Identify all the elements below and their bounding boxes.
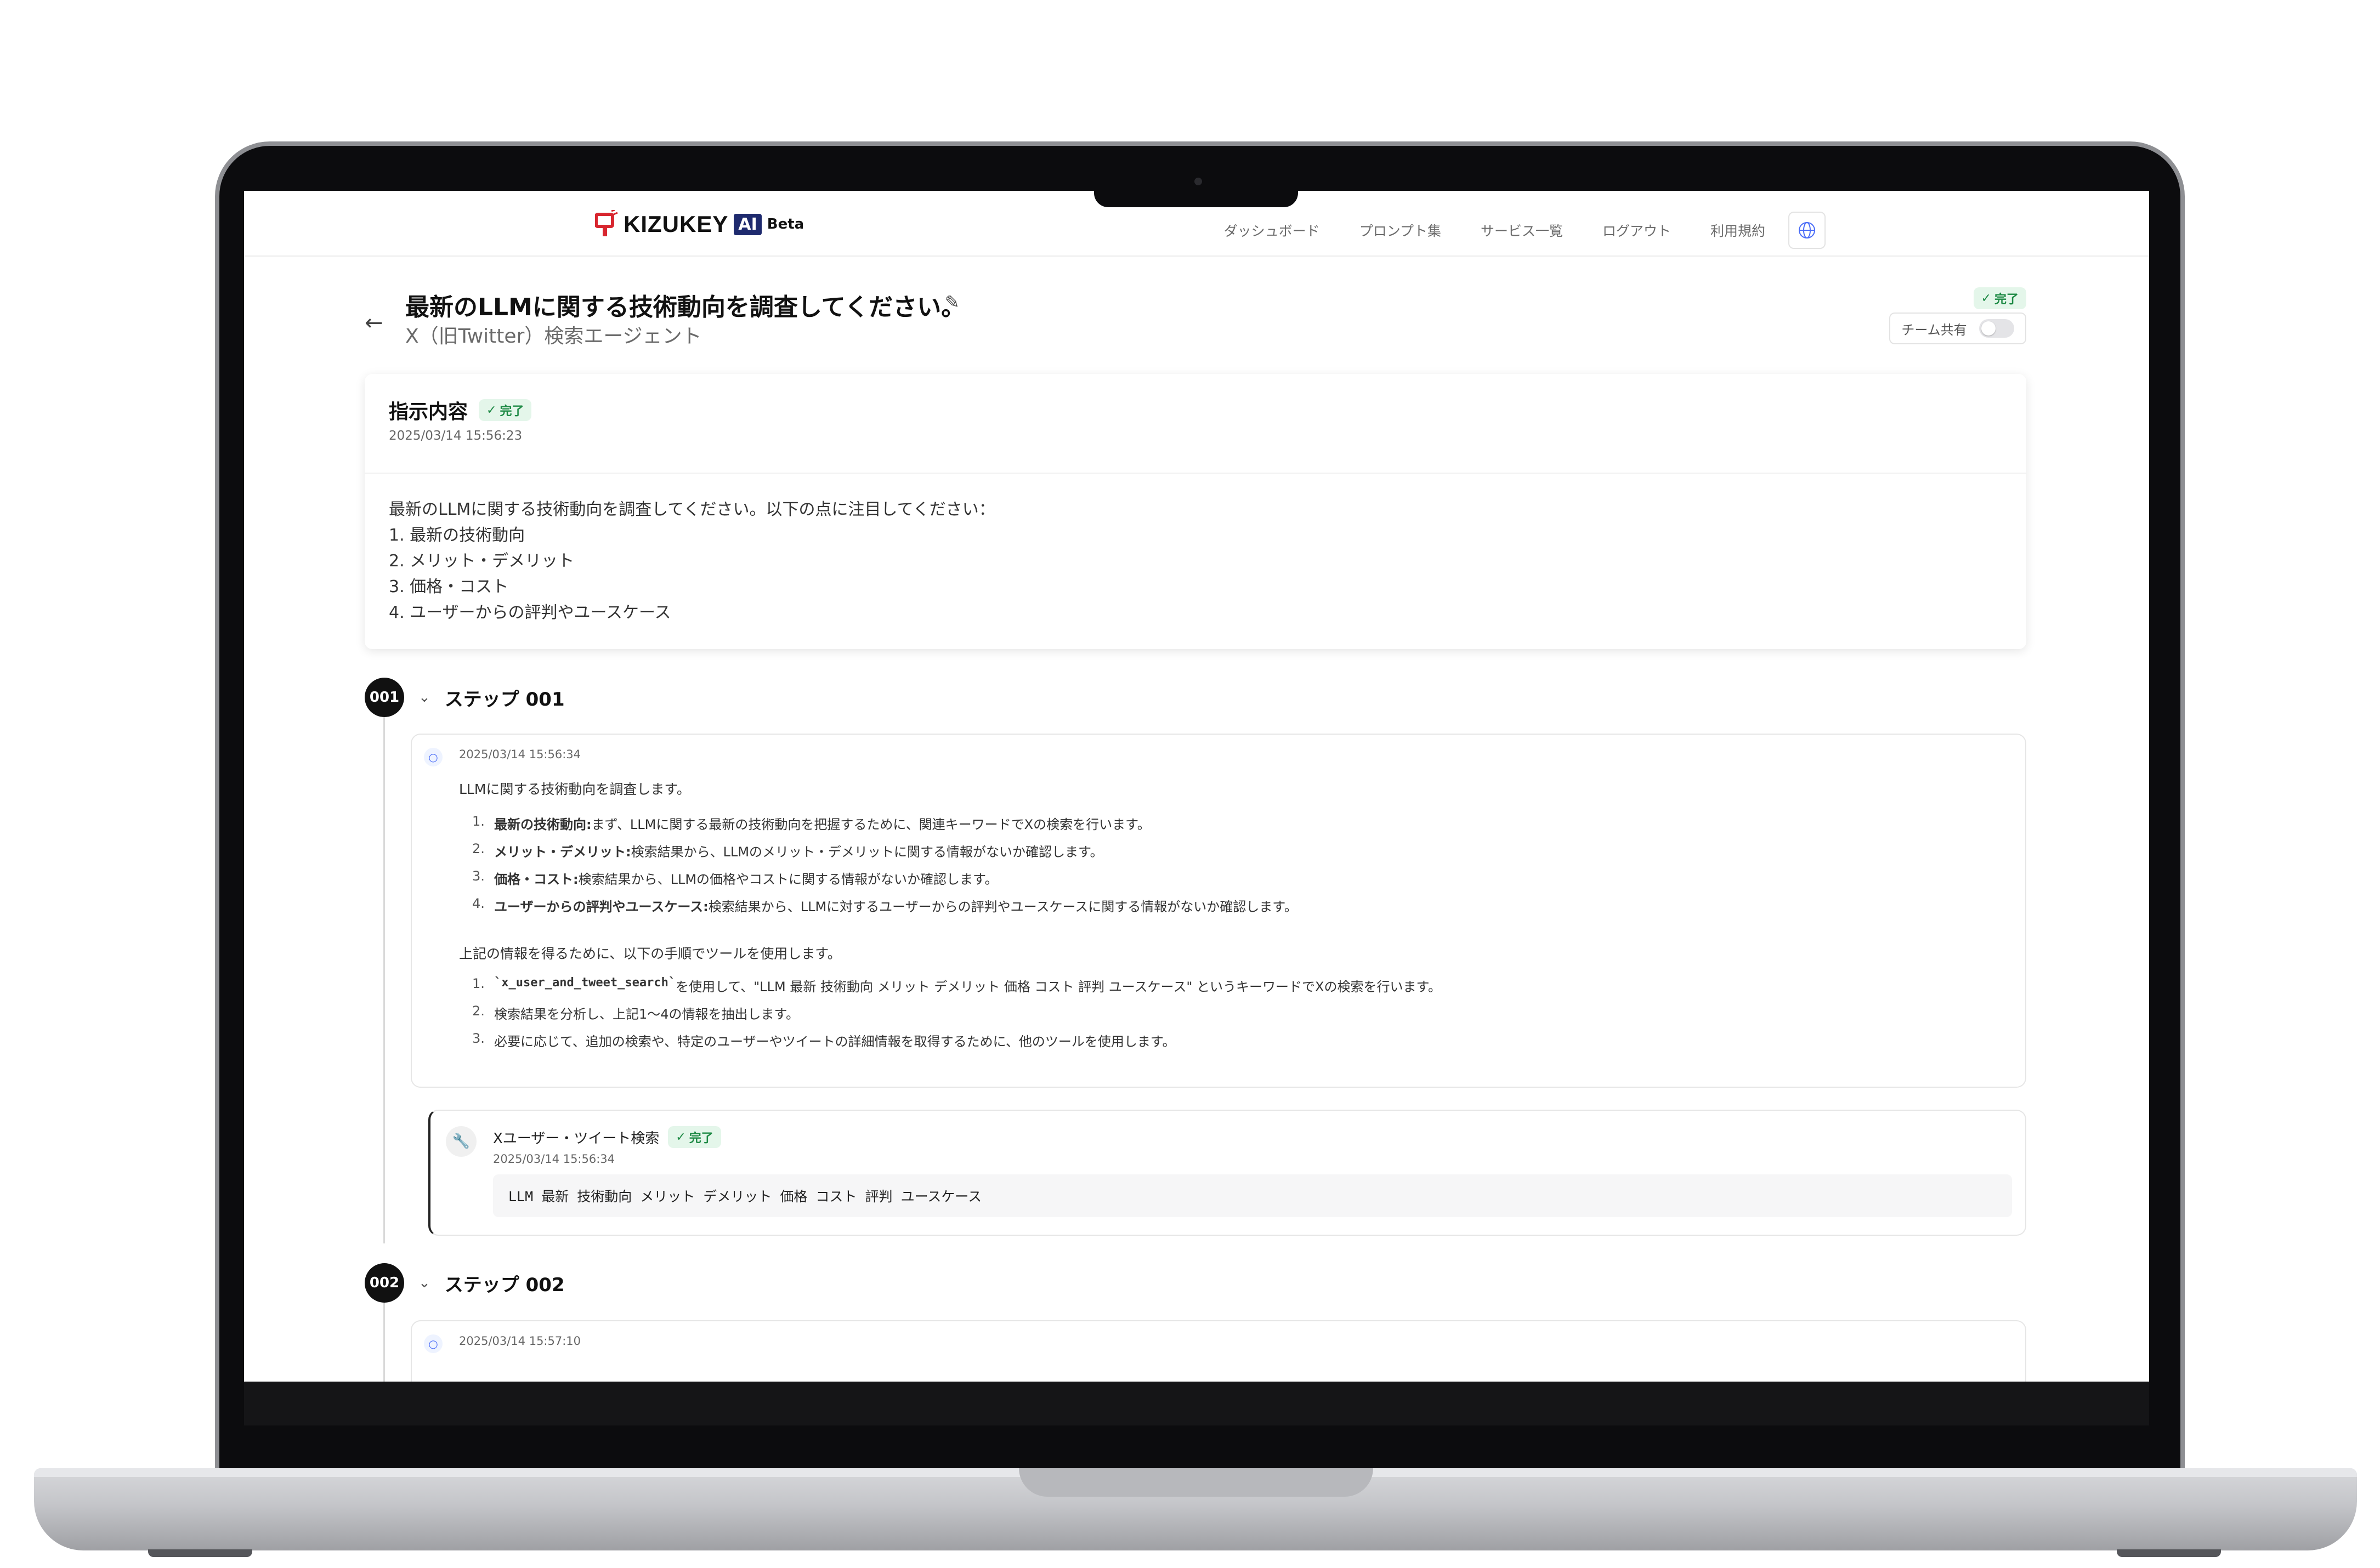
- tool-plan-list: 1. `x_user_and_tweet_search` を使用して、"LLM 最…: [472, 976, 1441, 1058]
- list-item: 1. `x_user_and_tweet_search` を使用して、"LLM 最…: [472, 976, 1442, 995]
- list-item: 2. メリット・デメリット: 検索結果から、LLMのメリット・デメリットに関する情…: [472, 841, 1103, 860]
- chat-bubble-icon: ○: [424, 1334, 443, 1353]
- status-badge: ✓ 完了: [1973, 287, 2026, 309]
- chat-bubble-icon: ○: [424, 748, 443, 766]
- chevron-down-icon[interactable]: ⌄: [418, 689, 430, 706]
- step-timeline: [383, 1303, 385, 1382]
- logo-ai-badge: AI: [734, 213, 762, 235]
- tool-name: Xユーザー・ツイート検索: [493, 1130, 660, 1147]
- camera-notch: [1094, 191, 1298, 207]
- laptop-foot-right: [2117, 1549, 2221, 1557]
- list-item: 3. 必要に応じて、追加の検索や、特定のユーザーやツイートの詳細情報を取得するため…: [472, 1031, 1176, 1049]
- nav-terms[interactable]: 利用規約: [1710, 220, 1765, 240]
- message-intro: LLMに関する技術動向を調査します。: [459, 781, 690, 797]
- laptop-foot-left: [148, 1549, 252, 1557]
- instruction-time: 2025/03/14 15:56:23: [389, 429, 523, 443]
- instruction-line: 3. 価格・コスト: [389, 577, 509, 596]
- step-number: 002: [365, 1263, 404, 1303]
- instruction-line: 4. ユーザーからの評判やユースケース: [389, 603, 671, 622]
- list-item: 1. 最新の技術動向: まず、LLMに関する最新の技術動向を把握するために、関連キ…: [472, 814, 1151, 832]
- instruction-body: 最新のLLMに関する技術動向を調査してください。以下の点に注目してください： 1…: [389, 497, 995, 626]
- laptop-bottom-bezel: [244, 1382, 2149, 1425]
- laptop-thumb-notch: [1019, 1468, 1373, 1497]
- instruction-line: 最新のLLMに関する技術動向を調査してください。以下の点に注目してください：: [389, 500, 995, 519]
- page-title: 最新のLLMに関する技術動向を調査してください。: [405, 293, 966, 321]
- message-time: 2025/03/14 15:57:10: [459, 1334, 581, 1348]
- divider: [365, 473, 2026, 474]
- step-header[interactable]: 001 ⌄ ステップ 001: [365, 678, 565, 717]
- screen: KIZUKEY AI Beta ダッシュボード プロンプト集 サービス一覧 ログ…: [244, 191, 2149, 1382]
- message-time: 2025/03/14 15:56:34: [459, 748, 581, 761]
- instruction-card: 指示内容 ✓ 完了 2025/03/14 15:56:23 最新のLLMに関する技…: [365, 374, 2026, 649]
- tool-call-card[interactable]: 🔧 Xユーザー・ツイート検索 ✓ 完了 2025/03/14 15:56:34 L…: [428, 1110, 2026, 1236]
- step-label: ステップ 001: [444, 688, 565, 711]
- message-mid: 上記の情報を得るために、以下の手順でツールを使用します。: [459, 946, 841, 962]
- tool-status-badge: ✓ 完了: [668, 1126, 721, 1148]
- back-arrow-icon[interactable]: ←: [365, 310, 383, 336]
- main-nav: ダッシュボード プロンプト集 サービス一覧 ログアウト 利用規約: [1224, 212, 1826, 249]
- logo-mark-icon: [594, 209, 618, 238]
- edit-pencil-icon[interactable]: ✎: [945, 292, 960, 313]
- nav-services[interactable]: サービス一覧: [1481, 220, 1563, 240]
- instruction-line: 2. メリット・デメリット: [389, 552, 575, 571]
- list-item: 4. ユーザーからの評判やユースケース: 検索結果から、LLMに対するユーザーから…: [472, 896, 1297, 914]
- step-timeline: [383, 717, 385, 1243]
- kizukey-logo[interactable]: KIZUKEY AI Beta: [594, 209, 804, 238]
- globe-icon: [1799, 222, 1815, 238]
- team-share-toggle[interactable]: チーム共有: [1889, 313, 2026, 344]
- tool-time: 2025/03/14 15:56:34: [493, 1152, 615, 1166]
- check-circle-icon: ✓: [486, 403, 497, 417]
- nav-prompts[interactable]: プロンプト集: [1359, 220, 1441, 240]
- page-subtitle: X（旧Twitter）検索エージェント: [405, 325, 702, 348]
- list-item: 2. 検索結果を分析し、上記1〜4の情報を抽出します。: [472, 1003, 800, 1022]
- assistant-message-card: ○ 2025/03/14 15:57:10: [411, 1320, 2026, 1382]
- nav-logout[interactable]: ログアウト: [1602, 220, 1671, 240]
- check-circle-icon: ✓: [1981, 291, 1991, 305]
- team-share-label: チーム共有: [1901, 322, 1967, 338]
- language-button[interactable]: [1788, 212, 1826, 249]
- logo-text: KIZUKEY: [624, 211, 729, 237]
- step-label: ステップ 002: [444, 1274, 565, 1296]
- check-circle-icon: ✓: [676, 1130, 686, 1144]
- step-plan-list: 1. 最新の技術動向: まず、LLMに関する最新の技術動向を把握するために、関連キ…: [472, 814, 1297, 923]
- nav-dashboard[interactable]: ダッシュボード: [1224, 220, 1320, 240]
- logo-beta-label: Beta: [767, 216, 804, 232]
- camera-icon: [1194, 178, 1202, 185]
- instruction-status-badge: ✓ 完了: [479, 399, 532, 421]
- toggle-switch[interactable]: [1979, 319, 2014, 338]
- tool-query: LLM 最新 技術動向 メリット デメリット 価格 コスト 評判 ユースケース: [493, 1174, 2012, 1217]
- instruction-line: 1. 最新の技術動向: [389, 526, 525, 545]
- assistant-message-card: ○ 2025/03/14 15:56:34 LLMに関する技術動向を調査します。…: [411, 734, 2026, 1088]
- step-header[interactable]: 002 ⌄ ステップ 002: [365, 1263, 565, 1303]
- wrench-icon: 🔧: [446, 1126, 477, 1157]
- list-item: 3. 価格・コスト: 検索結果から、LLMの価格やコストに関する情報がないか確認し…: [472, 868, 998, 887]
- step-number: 001: [365, 678, 404, 717]
- instruction-title: 指示内容: [389, 401, 468, 423]
- chevron-down-icon[interactable]: ⌄: [418, 1275, 430, 1291]
